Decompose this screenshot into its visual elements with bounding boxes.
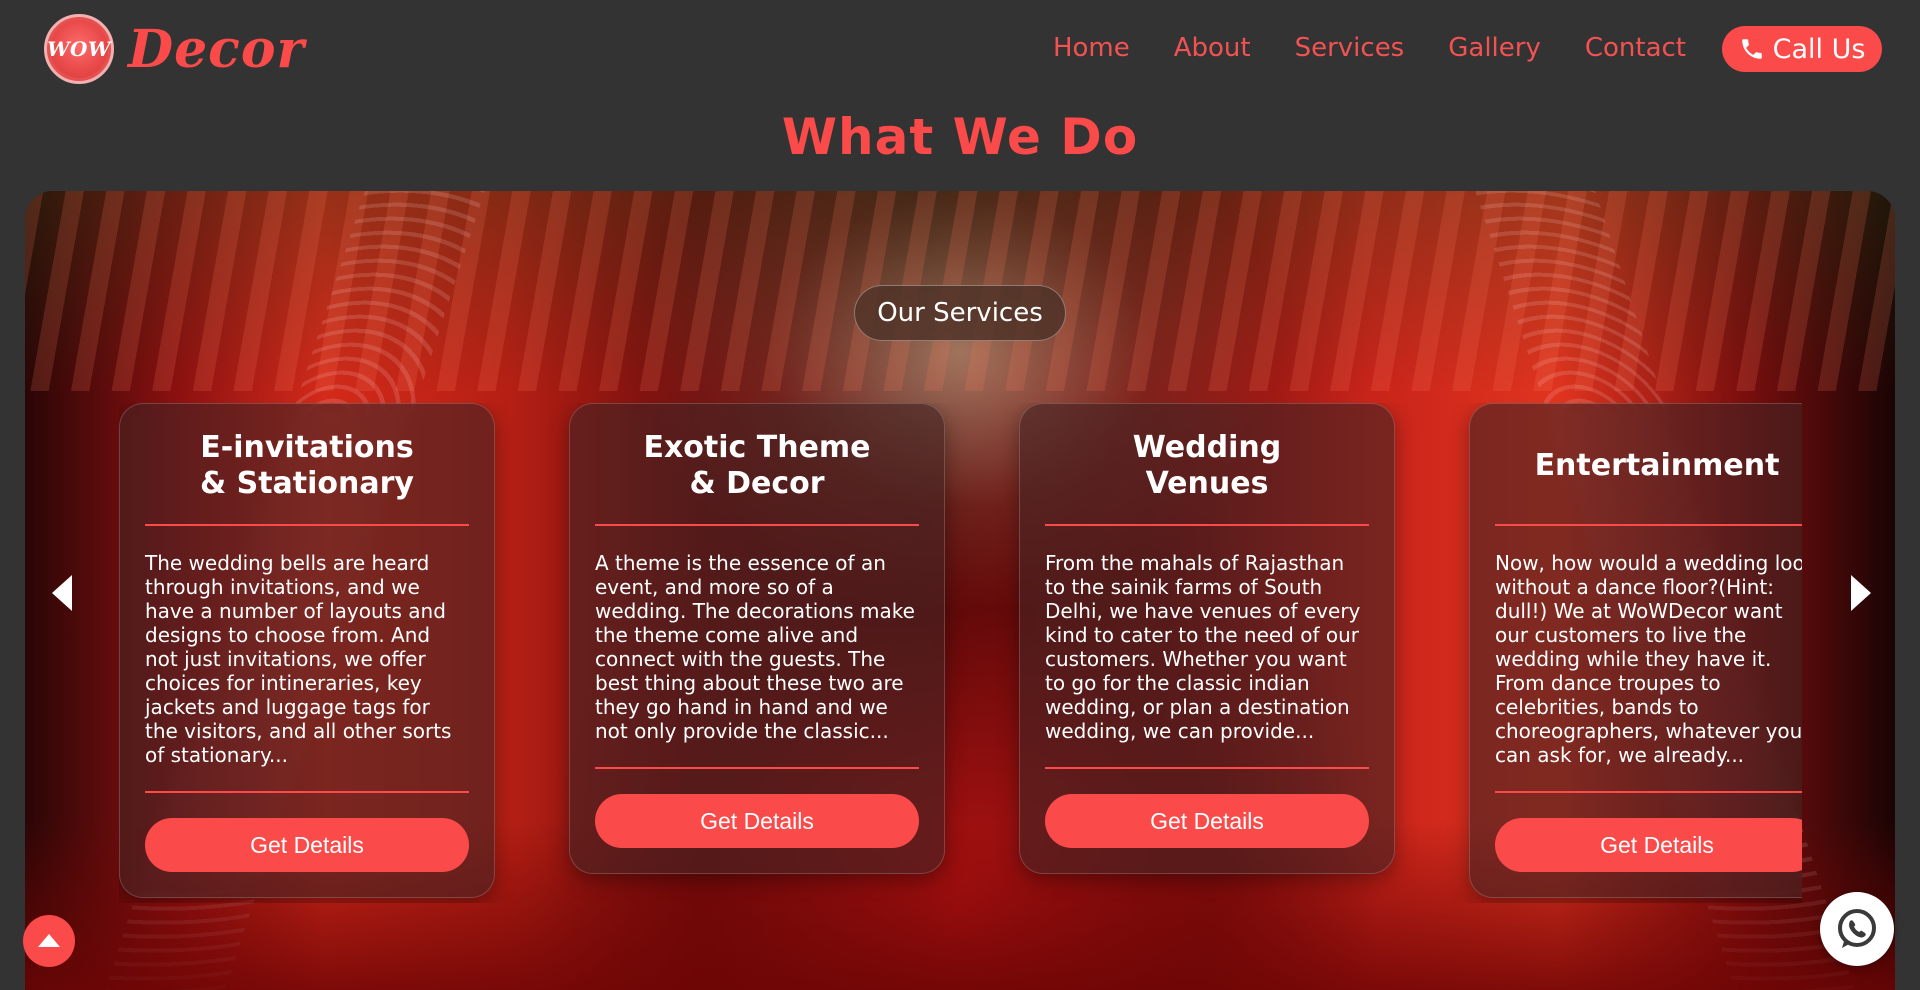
card-description: A theme is the essence of an event, and … <box>595 551 915 743</box>
get-details-button[interactable]: Get Details <box>595 794 919 848</box>
get-details-button[interactable]: Get Details <box>1045 794 1369 848</box>
service-card-exotic-theme: Exotic Theme & Decor A theme is the esse… <box>569 403 945 874</box>
card-divider <box>595 524 919 526</box>
nav-contact-link[interactable]: Contact <box>1585 33 1686 63</box>
card-description: From the mahals of Rajasthan to the sain… <box>1045 551 1361 743</box>
main-nav: Home About Services Gallery Contact <box>1053 33 1686 63</box>
card-title: Exotic Theme & Decor <box>643 430 871 501</box>
logo-badge-icon: WOW <box>44 14 114 84</box>
card-divider <box>595 767 919 769</box>
whatsapp-icon <box>1838 909 1876 948</box>
card-title: Wedding Venues <box>1132 430 1282 501</box>
get-details-button[interactable]: Get Details <box>145 818 469 872</box>
whatsapp-button[interactable] <box>1820 892 1894 966</box>
service-card-entertainment: Entertainment Now, how would a wedding l… <box>1469 403 1802 898</box>
card-divider <box>1045 524 1369 526</box>
service-card-e-invitations: E-invitations & Stationary The wedding b… <box>119 403 495 898</box>
nav-gallery-link[interactable]: Gallery <box>1448 33 1541 63</box>
card-description: The wedding bells are heard through invi… <box>145 551 452 767</box>
get-details-button[interactable]: Get Details <box>1495 818 1802 872</box>
nav-about-link[interactable]: About <box>1174 33 1251 63</box>
card-description: Now, how would a wedding look without a … <box>1495 551 1802 767</box>
card-title: E-invitations & Stationary <box>200 430 414 501</box>
chevron-left-icon[interactable] <box>50 573 74 613</box>
brand-name: Decor <box>128 18 305 80</box>
services-carousel: Our Services E-invitations & Stationary … <box>25 191 1895 990</box>
phone-icon <box>1741 39 1762 59</box>
brand-logo[interactable]: WOW Decor <box>44 14 305 84</box>
our-services-badge: Our Services <box>854 285 1066 341</box>
scroll-top-button[interactable] <box>23 915 75 967</box>
cards-track: E-invitations & Stationary The wedding b… <box>119 403 1802 903</box>
card-divider <box>1045 767 1369 769</box>
call-us-label: Call Us <box>1772 33 1866 65</box>
card-divider <box>1495 524 1802 526</box>
section-title: What We Do <box>781 108 1139 166</box>
call-us-button[interactable]: Call Us <box>1722 26 1882 72</box>
nav-home-link[interactable]: Home <box>1053 33 1130 63</box>
card-title: Entertainment <box>1534 448 1780 483</box>
card-divider <box>145 524 469 526</box>
site-header: WOW Decor Home About Services Gallery Co… <box>0 0 1920 100</box>
card-divider <box>145 791 469 793</box>
service-card-wedding-venues: Wedding Venues From the mahals of Rajast… <box>1019 403 1395 874</box>
card-divider <box>1495 791 1802 793</box>
chevron-right-icon[interactable] <box>1849 573 1873 613</box>
caret-up-icon <box>38 934 60 947</box>
nav-services-link[interactable]: Services <box>1295 33 1405 63</box>
